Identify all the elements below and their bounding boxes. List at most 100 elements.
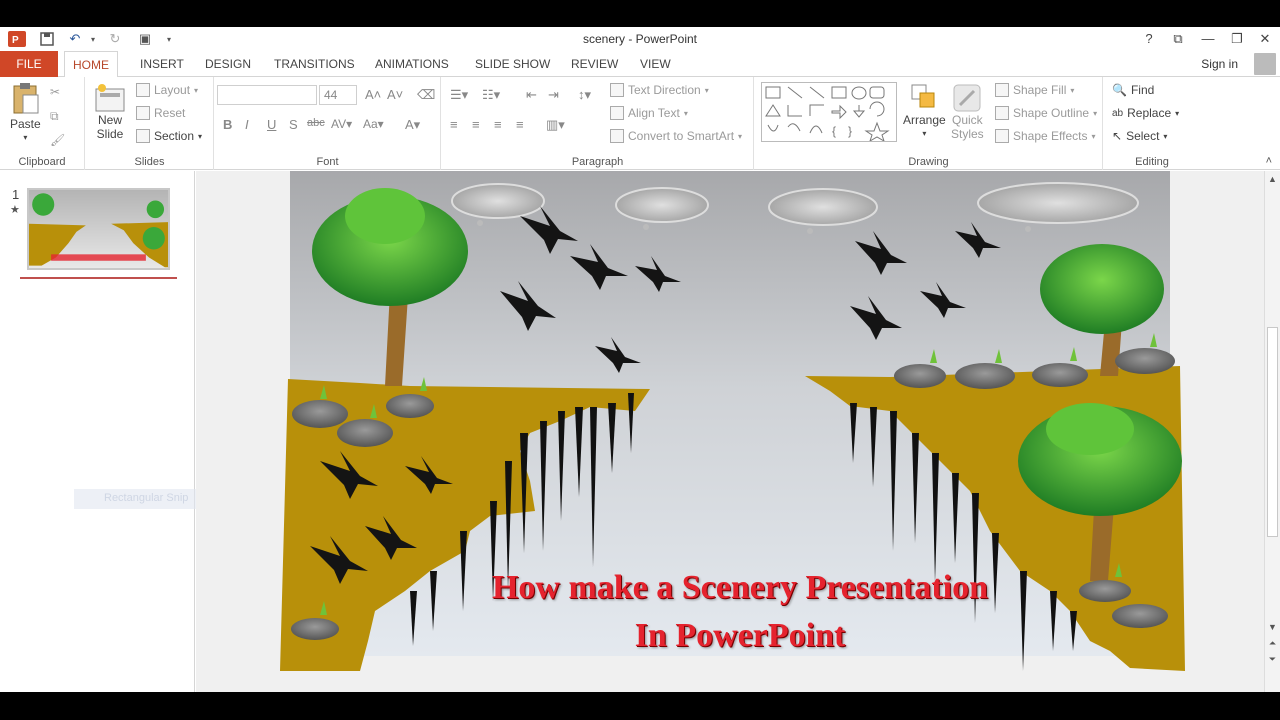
next-slide-icon[interactable]: ⏷ (1266, 653, 1279, 665)
previous-slide-icon[interactable]: ⏶ (1266, 637, 1279, 649)
columns-icon[interactable]: ▥▾ (546, 117, 565, 133)
collapse-ribbon-icon[interactable]: ˄ (1266, 155, 1272, 167)
quick-styles-button[interactable]: Quick Styles (951, 83, 984, 141)
format-painter-icon[interactable]: 🖌 (50, 133, 65, 147)
new-slide-button[interactable]: New Slide (94, 83, 126, 141)
font-group: 44 A˄ A˅ ⌫ B I U S abc AV▾ Aa▾ A▾ Font (215, 77, 441, 170)
reset-icon (136, 106, 150, 120)
italic-icon[interactable]: I (245, 117, 249, 132)
copy-icon[interactable]: ⧉ (50, 109, 59, 124)
section-button[interactable]: Section ▾ (136, 129, 202, 143)
shadow-icon[interactable]: S (289, 117, 298, 132)
tab-home[interactable]: HOME (64, 51, 118, 78)
smartart-icon (610, 129, 624, 143)
tab-review[interactable]: REVIEW (563, 51, 626, 77)
arrange-icon (911, 84, 935, 108)
tab-design[interactable]: DESIGN (197, 51, 259, 77)
reset-button[interactable]: Reset (136, 106, 185, 120)
tab-animations[interactable]: ANIMATIONS (367, 51, 457, 77)
shapes-gallery[interactable]: {} (761, 82, 897, 143)
decrease-indent-icon[interactable]: ⇤ (526, 87, 537, 103)
clear-formatting-icon[interactable]: ⌫ (417, 87, 435, 103)
title-bar: P ↶ ▾ ↻ ▣ ▾ scenery - PowerPoint ? ⧉ — ❐… (0, 27, 1280, 51)
line-spacing-icon[interactable]: ↕▾ (578, 87, 591, 103)
paragraph-group-label: Paragraph (571, 156, 624, 168)
help-icon[interactable]: ? (1138, 29, 1160, 49)
tab-view[interactable]: VIEW (632, 51, 679, 77)
underline-icon[interactable]: U (267, 117, 276, 132)
scroll-up-icon[interactable]: ▲ (1266, 173, 1279, 185)
center-icon[interactable]: ≡ (472, 117, 480, 132)
close-icon[interactable]: ✕ (1254, 29, 1276, 49)
new-slide-icon (95, 84, 125, 112)
cloud (615, 187, 709, 230)
justify-icon[interactable]: ≡ (516, 117, 524, 132)
animation-star-icon: ★ (10, 204, 20, 216)
quick-styles-icon (953, 84, 981, 112)
bold-icon[interactable]: B (223, 117, 232, 132)
convert-smartart-button[interactable]: Convert to SmartArt ▾ (610, 129, 742, 143)
arrange-button[interactable]: Arrange ▾ (903, 83, 946, 138)
slide-thumbnail-underline (20, 277, 177, 279)
cut-icon[interactable]: ✂ (50, 85, 60, 99)
shape-outline-label: Shape Outline (1013, 106, 1090, 120)
find-button[interactable]: 🔍 Find (1112, 83, 1154, 97)
bullets-icon[interactable]: ☰▾ (450, 87, 468, 103)
select-button[interactable]: ↖ Select ▾ (1112, 129, 1167, 143)
window-title: scenery - PowerPoint (582, 32, 698, 46)
shape-fill-button[interactable]: Shape Fill ▾ (995, 83, 1074, 97)
shape-outline-button[interactable]: Shape Outline ▾ (995, 106, 1097, 120)
slide-number: 1 (12, 187, 20, 202)
tab-slide-show[interactable]: SLIDE SHOW (467, 51, 558, 77)
replace-button[interactable]: ab Replace ▾ (1112, 106, 1179, 120)
editing-group-label: Editing (1135, 156, 1169, 168)
restore-icon[interactable]: ❐ (1226, 29, 1248, 49)
shrink-font-icon[interactable]: A˅ (387, 87, 403, 102)
tab-file[interactable]: FILE (0, 51, 58, 77)
paragraph-group: ☰▾ ☷▾ ⇤ ⇥ ↕▾ ≡ ≡ ≡ ≡ ▥▾ Text Direction ▾ … (442, 77, 754, 170)
grow-font-icon[interactable]: A˄ (365, 87, 381, 102)
clipboard-group-label: Clipboard (18, 156, 66, 168)
cloud (768, 188, 878, 234)
minimize-icon[interactable]: — (1197, 29, 1219, 49)
font-size-box[interactable]: 44 (319, 85, 357, 105)
ribbon-display-options-icon[interactable]: ⧉ (1167, 29, 1189, 49)
align-left-icon[interactable]: ≡ (450, 117, 458, 132)
slide-title-line-1[interactable]: How make a Scenery Presentation (440, 569, 1040, 607)
slide-title-line-2[interactable]: In PowerPoint (440, 617, 1040, 655)
arrange-label: Arrange (903, 113, 946, 127)
strikethrough-icon[interactable]: abc (307, 117, 325, 129)
layout-icon (136, 83, 150, 97)
bottom-black-bar (0, 692, 1280, 720)
quick-styles-label-1: Quick (952, 113, 983, 127)
section-label: Section (154, 129, 195, 143)
slide-editing-area: How make a Scenery Presentation In Power… (196, 171, 1264, 692)
character-spacing-icon[interactable]: AV▾ (331, 117, 352, 131)
section-icon (136, 129, 150, 143)
align-text-button[interactable]: Align Text ▾ (610, 106, 688, 120)
align-right-icon[interactable]: ≡ (494, 117, 502, 132)
text-direction-button[interactable]: Text Direction ▾ (610, 83, 709, 97)
font-name-box[interactable] (217, 85, 317, 105)
replace-label: Replace (1127, 106, 1172, 120)
tab-insert[interactable]: INSERT (132, 51, 192, 77)
change-case-icon[interactable]: Aa▾ (363, 117, 384, 131)
numbering-icon[interactable]: ☷▾ (482, 87, 500, 103)
paste-button[interactable]: Paste ▾ (10, 83, 41, 142)
vertical-scrollbar[interactable]: ▲ ▼ ⏶ ⏷ (1264, 171, 1280, 692)
slides-pane: 1 ★ Rectangular Snip (0, 171, 246, 692)
avatar[interactable] (1254, 53, 1276, 75)
shape-fill-label: Shape Fill (1013, 83, 1067, 97)
scroll-thumb[interactable] (1267, 327, 1278, 537)
increase-indent-icon[interactable]: ⇥ (548, 87, 559, 103)
drawing-group: {} Arrange ▾ Quick Styles Shape Fill ▾ Sh… (755, 77, 1103, 170)
sign-in-link[interactable]: Sign in (1201, 57, 1238, 71)
slide-canvas[interactable]: How make a Scenery Presentation In Power… (280, 171, 1185, 671)
layout-button[interactable]: Layout ▾ (136, 83, 198, 97)
new-slide-label-1: New (97, 113, 122, 127)
slide-thumbnail[interactable] (27, 188, 170, 270)
scroll-down-icon[interactable]: ▼ (1266, 621, 1279, 633)
font-color-icon[interactable]: A▾ (405, 117, 420, 133)
tab-transitions[interactable]: TRANSITIONS (266, 51, 363, 77)
shape-effects-button[interactable]: Shape Effects ▾ (995, 129, 1096, 143)
